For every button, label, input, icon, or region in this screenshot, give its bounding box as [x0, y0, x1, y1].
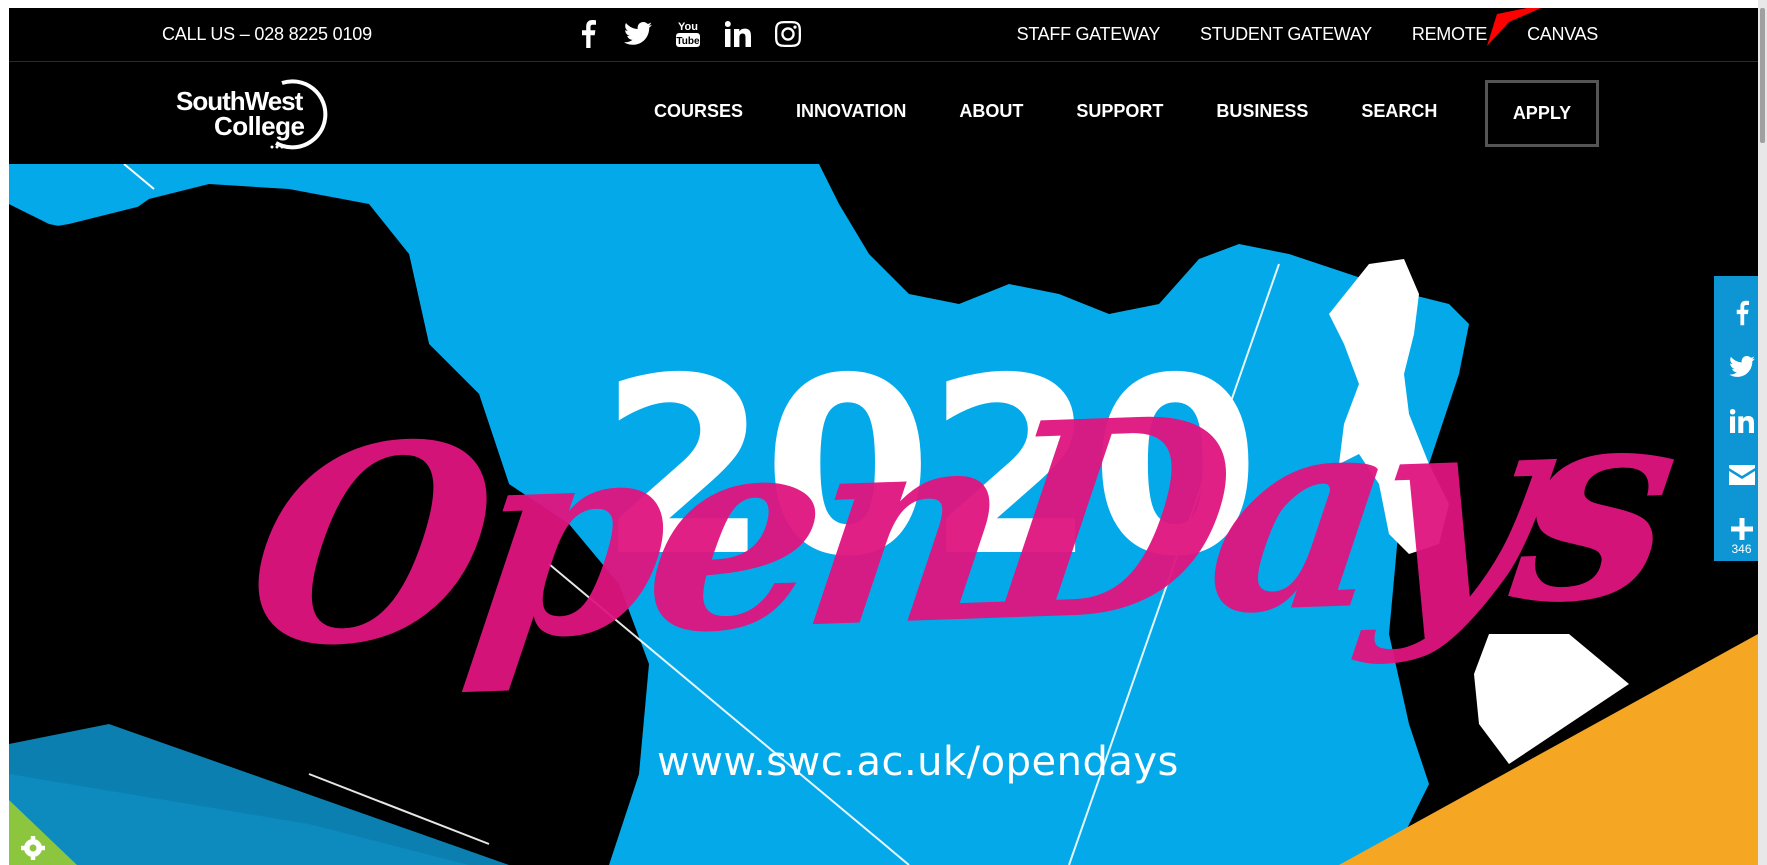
svg-text:You: You [678, 21, 698, 33]
share-linkedin-icon[interactable] [1714, 394, 1758, 448]
call-us-text: CALL US – 028 8225 0109 [162, 24, 372, 44]
nav-search[interactable]: SEARCH [1361, 101, 1437, 122]
nav-innovation[interactable]: INNOVATION [796, 101, 906, 122]
share-twitter-icon[interactable] [1714, 340, 1758, 394]
facebook-icon[interactable] [572, 18, 604, 50]
remote-link[interactable]: REMOTE [1412, 24, 1488, 45]
instagram-icon[interactable] [772, 18, 804, 50]
main-navigation: SouthWest College COURSES INNOVATION ABO… [9, 63, 1758, 164]
student-gateway-link[interactable]: STUDENT GATEWAY [1200, 24, 1372, 45]
browser-viewport: CALL US – 028 8225 0109 You Tube STAFF G… [9, 8, 1758, 865]
linkedin-icon[interactable] [722, 18, 754, 50]
nav-menu: COURSES INNOVATION ABOUT SUPPORT BUSINES… [654, 101, 1437, 122]
annotation-arrow [1487, 8, 1541, 46]
college-logo[interactable]: SouthWest College [164, 75, 344, 155]
staff-gateway-link[interactable]: STAFF GATEWAY [1017, 24, 1161, 45]
nav-support[interactable]: SUPPORT [1076, 101, 1163, 122]
scrollbar-thumb[interactable] [1760, 8, 1765, 143]
hero-open-days-script: OpenDays [231, 341, 1683, 708]
hero-banner[interactable]: 2020 OpenDays www.swc.ac.uk/opendays [9, 164, 1758, 865]
share-email-icon[interactable] [1714, 448, 1758, 502]
youtube-icon[interactable]: You Tube [672, 18, 704, 50]
nav-courses[interactable]: COURSES [654, 101, 743, 122]
apply-button[interactable]: APPLY [1485, 80, 1599, 147]
cookie-settings-badge[interactable] [9, 800, 77, 865]
twitter-icon[interactable] [622, 18, 654, 50]
svg-text:Tube: Tube [676, 36, 700, 47]
nav-business[interactable]: BUSINESS [1216, 101, 1308, 122]
share-sidebar: 346 [1714, 276, 1758, 561]
logo-line2: College [214, 111, 304, 141]
share-facebook-icon[interactable] [1714, 286, 1758, 340]
nav-about[interactable]: ABOUT [959, 101, 1023, 122]
share-count: 346 [1731, 542, 1752, 556]
hero-url: www.swc.ac.uk/opendays [657, 739, 1179, 785]
social-links: You Tube [572, 16, 804, 52]
